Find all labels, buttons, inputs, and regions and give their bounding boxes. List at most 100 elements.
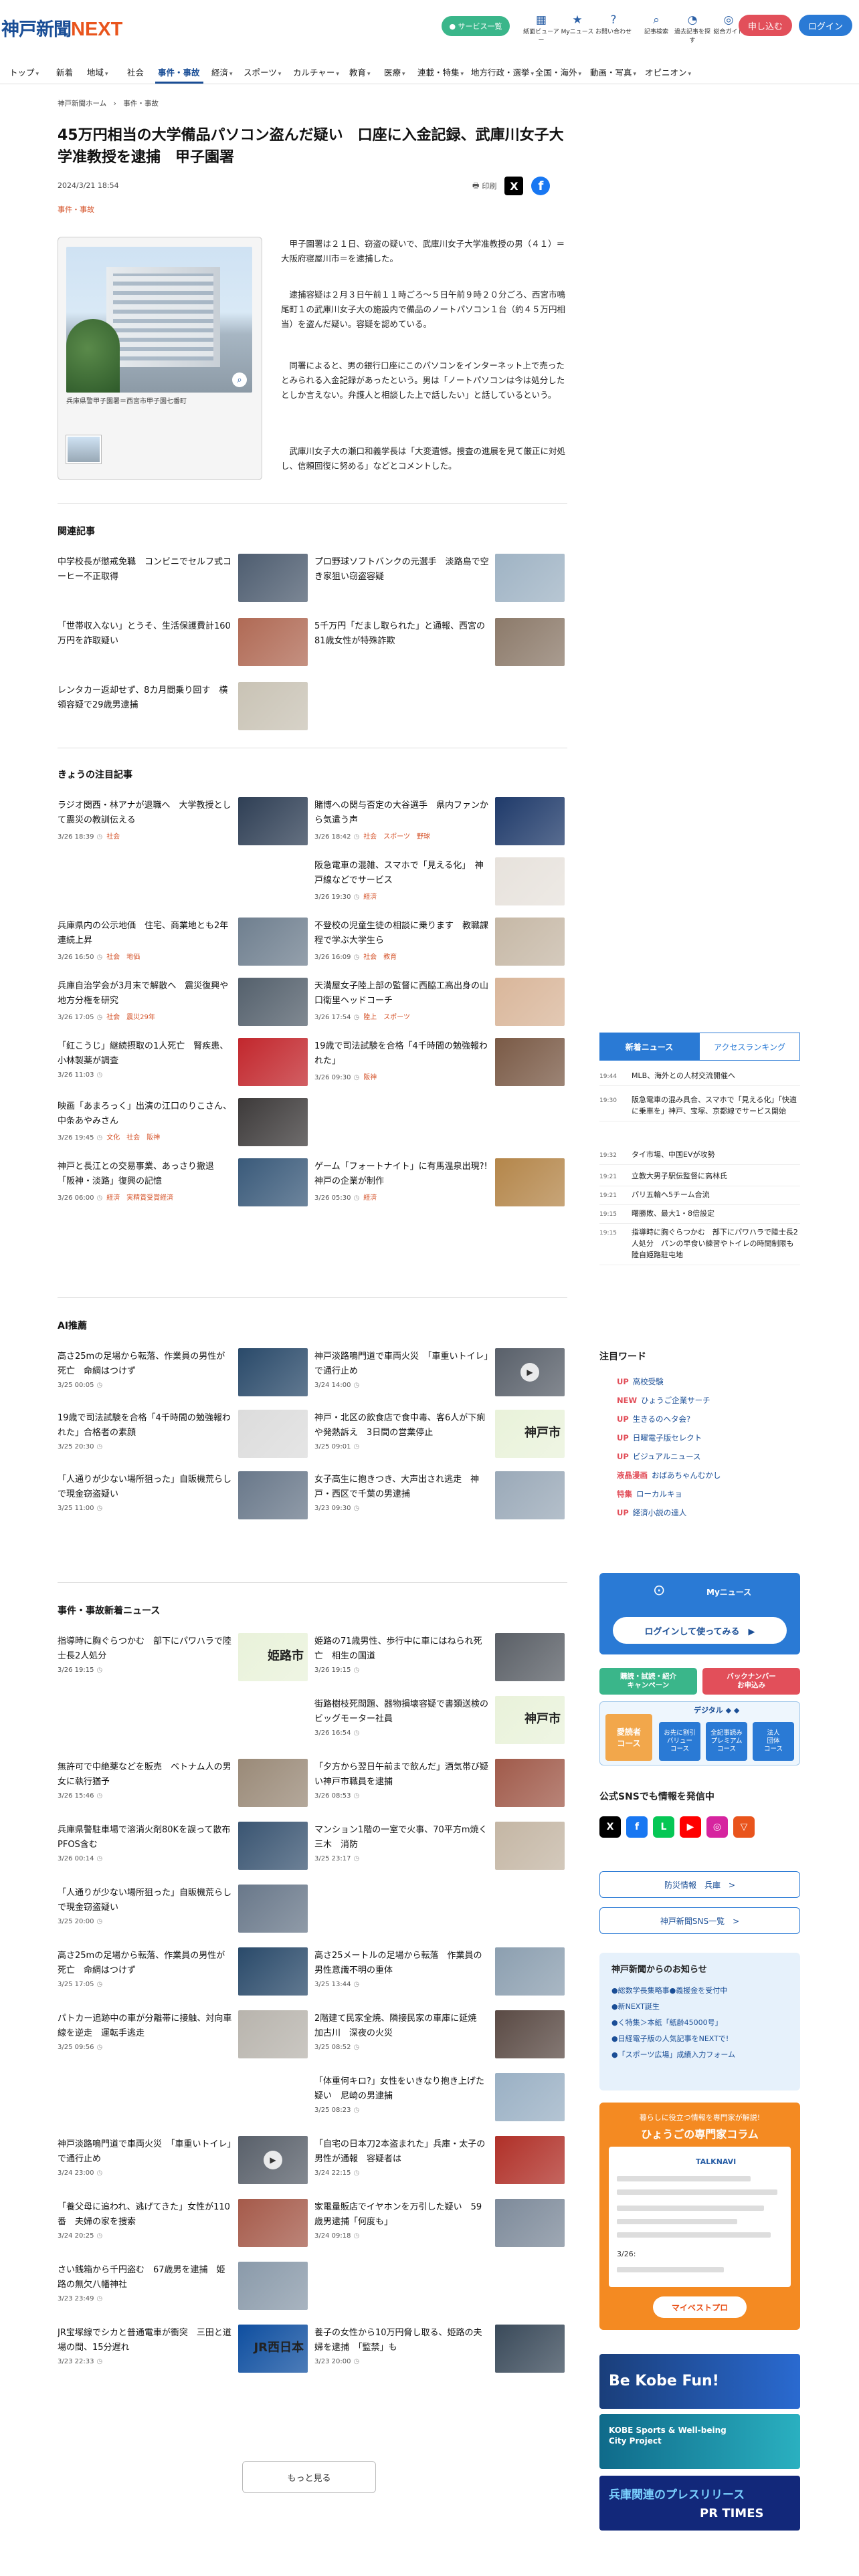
card-thumbnail[interactable] <box>238 1471 308 1519</box>
article-card[interactable]: 女子高生に抱きつき、大声出され逃走 神戸・西区で千葉の男逮捕 3/23 09:30… <box>314 1470 567 1525</box>
article-card[interactable]: 兵庫県内の公示地価 住宅、商業地とも2年連続上昇 3/26 16:50 ◷ 社会 地価 <box>58 916 310 971</box>
nav-item-2[interactable]: 地域 ▾ <box>87 66 108 78</box>
card-thumbnail[interactable] <box>495 1633 565 1681</box>
notice-item[interactable]: ●「スポーツ広場」成績入力フォーム <box>611 2049 735 2060</box>
side-news-item[interactable]: 19:15 指導時に胸ぐらつかむ 部下にパワハラで陸士長2人処分 パンの早食い練習… <box>599 1226 801 1265</box>
trend-word[interactable]: UP ビジュアルニュース <box>617 1451 701 1462</box>
article-card[interactable]: 映画「あまろっく」出演の江口のりこさん、中条あやみさん 3/26 19:45 ◷ 文化… <box>58 1097 310 1152</box>
article-category[interactable]: 事件・事故 <box>58 204 94 215</box>
side-news-item[interactable]: 19:44 MLB、海外との人材交流開催へ <box>599 1070 800 1086</box>
contact-icon[interactable]: ? お問い合わせ <box>594 13 633 35</box>
card-thumbnail[interactable] <box>495 1471 565 1519</box>
card-title[interactable]: 不登校の児童生徒の相談に乗ります 教職課程で学ぶ大学生ら <box>314 919 490 948</box>
card-title[interactable]: 家電量販店でイヤホンを万引した疑い 59歳男逮捕「何度も」 <box>314 2200 490 2230</box>
disaster-info-link[interactable]: 防災情報 兵庫 > <box>599 1871 800 1898</box>
tab-ranking[interactable]: アクセスランキング <box>699 1033 800 1061</box>
article-card[interactable]: 高さ25mの足場から転落、作業員の男性が死亡 命綱はつけず 3/25 17:05 ◷ <box>58 1946 310 2001</box>
nav-item-6[interactable]: スポーツ ▾ <box>244 66 281 78</box>
card-thumbnail[interactable] <box>495 1348 565 1396</box>
article-card[interactable]: 神戸・北区の飲食店で食中毒、客6人が下痢や発熱訴え 3日間の営業停止 3/25 0… <box>314 1408 567 1463</box>
card-thumbnail[interactable] <box>495 554 565 602</box>
article-card[interactable]: 「自宅の日本刀2本盗まれた」兵庫・太子の男性が通報 容疑者は 3/24 22:15… <box>314 2135 567 2189</box>
card-title[interactable]: 神戸・北区の飲食店で食中毒、客6人が下痢や発熱訴え 3日間の営業停止 <box>314 1411 490 1440</box>
pr-times-banner[interactable]: 兵庫関連のプレスリリース PR TIMES <box>599 2476 800 2531</box>
card-thumbnail[interactable] <box>238 2136 308 2184</box>
corporate-course-button[interactable]: 法人 団体 コース <box>753 1722 794 1761</box>
card-title[interactable]: さい銭箱から千円盗む 67歳男を逮捕 姫路の無欠八幡神社 <box>58 2263 233 2292</box>
card-title[interactable]: 兵庫県警駐車場で溶消火剤80Kを誤って散布 PFOS含む <box>58 1823 233 1852</box>
card-title[interactable]: 兵庫自治学会が3月末で解散へ 震災復興や地方分権を研究 <box>58 979 233 1008</box>
sns-icon-2[interactable]: L <box>653 1816 674 1838</box>
article-card[interactable]: 賭博への関与否定の大谷選手 県内ファンから気遣う声 3/26 18:42 ◷ 社会 ス… <box>314 796 567 851</box>
nav-item-7[interactable]: カルチャー ▾ <box>293 66 339 78</box>
nav-item-11[interactable]: 地方行政・選挙 ▾ <box>471 66 534 78</box>
card-thumbnail[interactable] <box>495 2136 565 2184</box>
article-card[interactable]: 5千万円「だまし取られた」と通報、西宮の81歳女性が特殊詐欺 <box>314 617 567 671</box>
tab-latest-news[interactable]: 新着ニュース <box>599 1033 699 1061</box>
card-thumbnail[interactable] <box>238 1098 308 1146</box>
trend-word[interactable]: 特集 ローカルキョ <box>617 1489 682 1499</box>
article-card[interactable]: プロ野球ソフトバンクの元選手 淡路島で空き家狙い窃盗容疑 <box>314 552 567 607</box>
card-title[interactable]: 無許可で中絶薬などを販売 ベトナム人の男女に執行猶予 <box>58 1760 233 1790</box>
card-title[interactable]: 兵庫県内の公示地価 住宅、商業地とも2年連続上昇 <box>58 919 233 948</box>
card-thumbnail[interactable] <box>238 1348 308 1396</box>
nav-item-3[interactable]: 社会 <box>127 66 144 78</box>
card-title[interactable]: 高さ25メートルの足場から転落 作業員の男性意識不明の重体 <box>314 1949 490 1978</box>
card-thumbnail[interactable] <box>495 1759 565 1807</box>
breadcrumb[interactable]: 神戸新聞ホーム › 事件・事故 <box>58 98 159 108</box>
card-thumbnail[interactable] <box>238 918 308 966</box>
search-icon[interactable]: ⌕ 記事検索 <box>637 13 676 35</box>
expert-column-box[interactable]: 暮らしに役立つ情報を専門家が解説! ひょうごの専門家コラム TALKNAVI 3… <box>599 2103 800 2330</box>
article-card[interactable]: 「夕方から翌日午前まで飲んだ」酒気帯び疑い神戸市職員を逮捕 3/26 08:53 ◷ <box>314 1757 567 1812</box>
article-card[interactable]: 高さ25mの足場から転落、作業員の男性が死亡 命綱はつけず 3/25 00:05 ◷ <box>58 1347 310 1402</box>
card-title[interactable]: レンタカー返却せず、8カ月間乗り回す 横領容疑で29歳男逮捕 <box>58 683 233 713</box>
card-title[interactable]: 神戸淡路鳴門道で車両火災 「車重いトイレ」で通行止め <box>58 2137 233 2167</box>
article-card[interactable]: 神戸淡路鳴門道で車両火災 「車重いトイレ」で通行止め 3/24 23:00 ◷ <box>58 2135 310 2189</box>
notice-item[interactable]: ●日経電子版の人気記事をNEXTで! <box>611 2033 729 2044</box>
back-number-button[interactable]: バックナンバー お申込み <box>702 1668 800 1695</box>
trend-word[interactable]: UP 生きるのヘタ会? <box>617 1414 690 1424</box>
service-list-button[interactable]: ● サービス一覧 <box>442 16 510 36</box>
article-card[interactable]: 「養父母に追われ、逃げてきた」女性が110番 夫婦の家を捜索 3/24 20:25… <box>58 2197 310 2252</box>
card-thumbnail[interactable] <box>238 1759 308 1807</box>
article-card[interactable]: 兵庫自治学会が3月末で解散へ 震災復興や地方分権を研究 3/26 17:05 ◷ 社会… <box>58 976 310 1031</box>
card-thumbnail[interactable] <box>238 2010 308 2058</box>
card-thumbnail[interactable] <box>495 857 565 905</box>
card-thumbnail[interactable] <box>238 682 308 730</box>
card-title[interactable]: 19歳で司法試験を合格「4千時間の勉強報われた」 <box>314 1039 490 1069</box>
card-thumbnail[interactable]: 神戸市 <box>495 1696 565 1744</box>
card-title[interactable]: 街路樹枝死問題、器物損壊容疑で書類送検のビッグモーター社員 <box>314 1697 490 1727</box>
card-title[interactable]: 2階建て民家全焼、隣接民家の車庫に延焼 加古川 深夜の火災 <box>314 2012 490 2041</box>
card-thumbnail[interactable] <box>495 918 565 966</box>
card-title[interactable]: ゲーム「フォートナイト」に有馬温泉出現?! 神戸の企業が制作 <box>314 1160 490 1189</box>
card-thumbnail[interactable] <box>238 2199 308 2247</box>
login-button[interactable]: ログイン <box>799 15 852 36</box>
nav-item-4[interactable]: 事件・事故 <box>158 66 200 78</box>
nav-item-5[interactable]: 経済 ▾ <box>211 66 233 78</box>
card-title[interactable]: 中学校長が懲戒免職 コンビニでセルフ式コーヒー不正取得 <box>58 555 233 584</box>
card-title[interactable]: 5千万円「だまし取られた」と通報、西宮の81歳女性が特殊詐欺 <box>314 619 490 649</box>
article-card[interactable]: 中学校長が懲戒免職 コンビニでセルフ式コーヒー不正取得 <box>58 552 310 607</box>
side-news-item[interactable]: 19:32 タイ市場、中国EVが攻勢 <box>599 1149 800 1165</box>
card-title[interactable]: 高さ25mの足場から転落、作業員の男性が死亡 命綱はつけず <box>58 1949 233 1978</box>
card-title[interactable]: 姫路の71歳男性、歩行中に車にはねられ死亡 相生の国道 <box>314 1634 490 1664</box>
notice-item[interactable]: ●く特集＞本紙「紙齢45000号」 <box>611 2017 723 2028</box>
card-title[interactable]: 「体重何キロ?」女性をいきなり抱き上げた疑い 尼崎の男逮捕 <box>314 2074 490 2104</box>
card-title[interactable]: 映画「あまろっく」出演の江口のりこさん、中条あやみさん <box>58 1099 233 1129</box>
card-thumbnail[interactable] <box>238 797 308 845</box>
article-card[interactable]: 2階建て民家全焼、隣接民家の車庫に延焼 加古川 深夜の火災 3/25 08:52 ◷ <box>314 2009 567 2064</box>
card-thumbnail[interactable] <box>238 554 308 602</box>
nav-item-8[interactable]: 教育 ▾ <box>349 66 371 78</box>
side-news-item[interactable]: 19:30 阪急電車の混み具合、スマホで「見える化」「快適に乗車を」神戸、宝塚、京… <box>599 1094 800 1121</box>
apply-button[interactable]: 申し込む <box>739 15 792 36</box>
card-thumbnail[interactable] <box>238 1158 308 1206</box>
sns-icon-4[interactable]: ◎ <box>706 1816 728 1838</box>
article-card[interactable]: パトカー追跡中の車が分離帯に接触、対向車線を逆走 運転手逃走 3/25 09:56… <box>58 2009 310 2064</box>
photo-thumbnail[interactable] <box>66 435 102 464</box>
article-card[interactable]: 「体重何キロ?」女性をいきなり抱き上げた疑い 尼崎の男逮捕 3/25 08:23 ◷ <box>314 2072 567 2127</box>
card-title[interactable]: 高さ25mの足場から転落、作業員の男性が死亡 命綱はつけず <box>58 1350 233 1379</box>
print-button[interactable]: 🖶 印刷 <box>472 180 496 193</box>
article-card[interactable]: 神戸淡路鳴門道で車両火災 「車重いトイレ」で通行止め 3/24 14:00 ◷ <box>314 1347 567 1402</box>
article-card[interactable]: 天満屋女子陸上部の監督に西脇工高出身の山口衛里ヘッドコーチ 3/26 17:54 ◷… <box>314 976 567 1031</box>
facebook-share-icon[interactable]: f <box>531 177 551 195</box>
